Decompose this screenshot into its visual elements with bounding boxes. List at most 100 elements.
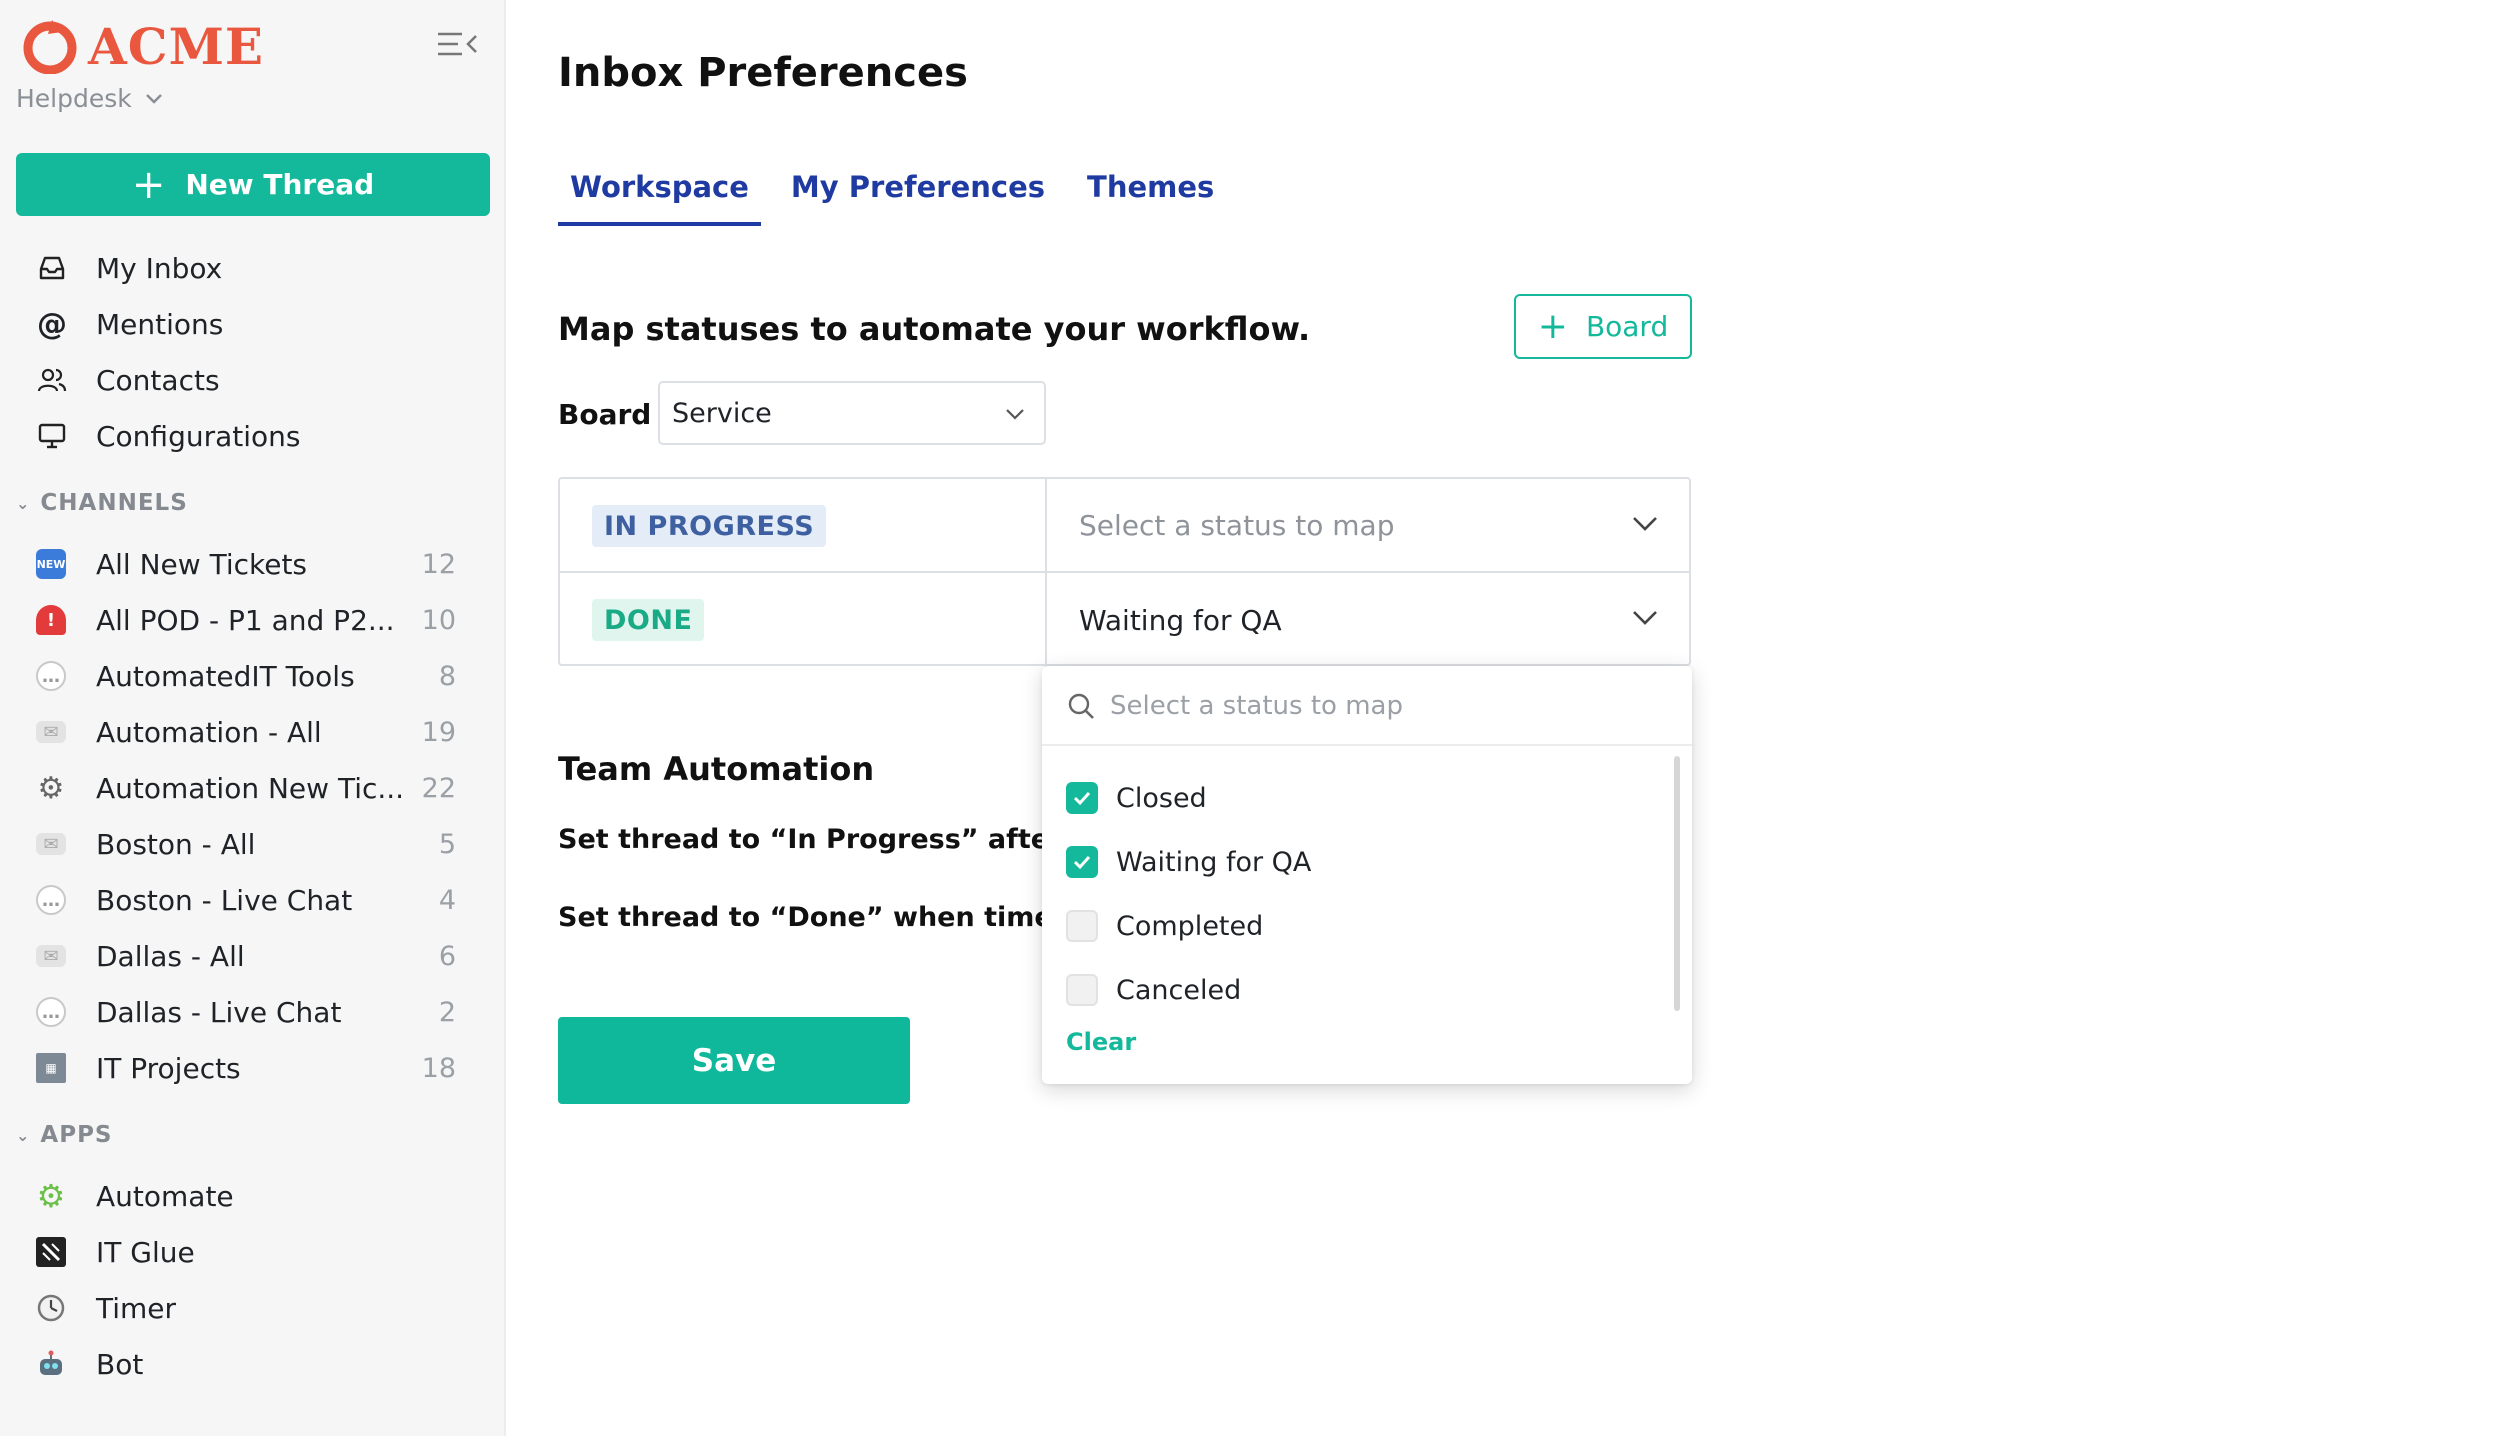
status-option-closed[interactable]: Closed — [1042, 766, 1662, 830]
speech-bubble-icon: … — [36, 885, 66, 915]
channels-section-toggle[interactable]: ⌄ CHANNELS — [16, 490, 188, 516]
new-thread-label: New Thread — [185, 168, 375, 201]
app-item-it-glue[interactable]: IT Glue — [0, 1224, 506, 1280]
app-item-timer[interactable]: Timer — [0, 1280, 506, 1336]
add-board-button[interactable]: + Board — [1514, 294, 1692, 359]
brand-name: ACME — [88, 16, 265, 76]
status-option-canceled[interactable]: Canceled — [1042, 958, 1662, 1022]
status-option-waiting-for-qa[interactable]: Waiting for QA — [1042, 830, 1662, 894]
status-map-value: Waiting for QA — [1079, 603, 1282, 637]
channel-count: 19 — [421, 716, 456, 748]
channel-item[interactable]: NEW All New Tickets 12 — [0, 536, 506, 592]
mapping-status-cell: IN PROGRESS — [560, 479, 1047, 571]
at-sign-icon: @ — [37, 306, 67, 342]
acme-logo-icon — [23, 20, 77, 74]
app-item-bot[interactable]: Bot — [0, 1336, 506, 1392]
app-label: Automate — [96, 1179, 234, 1213]
channel-count: 22 — [421, 772, 456, 804]
section-title: Map statuses to automate your workflow. — [558, 310, 1311, 348]
status-badge: IN PROGRESS — [592, 505, 827, 547]
channel-count: 2 — [438, 996, 456, 1028]
app-item-automate[interactable]: ⚙ Automate — [0, 1168, 506, 1224]
option-label: Canceled — [1116, 974, 1242, 1006]
nav-item-my-inbox[interactable]: My Inbox — [0, 240, 506, 296]
chevron-down-icon — [145, 93, 162, 104]
inbox-icon — [36, 252, 68, 284]
channel-item[interactable]: ! All POD - P1 and P2... 10 — [0, 592, 506, 648]
channel-label: Boston - All — [96, 827, 256, 861]
page-title: Inbox Preferences — [558, 50, 968, 96]
status-option-completed[interactable]: Completed — [1042, 894, 1662, 958]
check-icon — [1073, 791, 1091, 806]
checkbox-unchecked[interactable] — [1066, 974, 1098, 1006]
channel-label: Automation - All — [96, 715, 322, 749]
channel-item[interactable]: ⚙ Automation New Tic... 22 — [0, 760, 506, 816]
envelope-icon: ✉ — [36, 945, 66, 967]
mapping-row-done: DONE Waiting for QA — [560, 573, 1689, 667]
option-label: Closed — [1116, 782, 1207, 814]
chevron-down-icon — [1633, 517, 1657, 531]
channel-count: 4 — [438, 884, 456, 916]
apps-list: ⚙ Automate IT Glue Timer Bot — [0, 1168, 506, 1392]
channel-item[interactable]: … AutomatedIT Tools 8 — [0, 648, 506, 704]
chevron-down-icon — [1006, 409, 1024, 420]
nav-item-contacts[interactable]: Contacts — [0, 352, 506, 408]
channel-item[interactable]: … Boston - Live Chat 4 — [0, 872, 506, 928]
plus-icon: + — [1537, 305, 1568, 347]
channel-count: 18 — [421, 1052, 456, 1084]
channel-label: Dallas - All — [96, 939, 245, 973]
nav-label: Contacts — [96, 363, 220, 397]
checkbox-checked[interactable] — [1066, 782, 1098, 814]
channel-count: 10 — [421, 604, 456, 636]
workspace-switcher[interactable]: Helpdesk — [16, 84, 164, 113]
status-map-select[interactable]: Select a status to map — [1049, 479, 1689, 571]
dropdown-search — [1042, 666, 1692, 746]
collapse-sidebar-button[interactable] — [436, 28, 480, 62]
nav-item-mentions[interactable]: @ Mentions — [0, 296, 506, 352]
speech-bubble-icon: … — [36, 661, 66, 691]
primary-nav: My Inbox @ Mentions Contacts Configurati… — [0, 240, 506, 464]
dropdown-scrollbar[interactable] — [1674, 756, 1680, 1011]
status-dropdown: Closed Waiting for QA Completed Canceled… — [1042, 666, 1692, 1084]
checkbox-unchecked[interactable] — [1066, 910, 1098, 942]
envelope-icon: ✉ — [36, 833, 66, 855]
board-label: Board — [558, 398, 652, 431]
channel-item[interactable]: … Dallas - Live Chat 2 — [0, 984, 506, 1040]
channel-item[interactable]: ▦ IT Projects 18 — [0, 1040, 506, 1096]
add-board-label: Board — [1585, 310, 1669, 343]
channels-heading: CHANNELS — [40, 490, 188, 516]
clear-selection-button[interactable]: Clear — [1066, 1028, 1136, 1056]
board-select[interactable]: Service — [658, 381, 1046, 445]
new-thread-button[interactable]: + New Thread — [16, 153, 490, 216]
nav-label: My Inbox — [96, 251, 223, 285]
tab-my-preferences[interactable]: My Preferences — [779, 170, 1057, 226]
brand-logo[interactable]: ACME — [22, 16, 264, 76]
clock-icon — [36, 1293, 66, 1323]
team-automation-title: Team Automation — [558, 750, 875, 788]
nav-label: Configurations — [96, 419, 301, 453]
channel-label: Boston - Live Chat — [96, 883, 353, 917]
status-search-input[interactable] — [1110, 684, 1650, 728]
tab-themes[interactable]: Themes — [1075, 170, 1226, 226]
channel-item[interactable]: ✉ Automation - All 19 — [0, 704, 506, 760]
tab-workspace[interactable]: Workspace — [558, 170, 761, 226]
option-label: Waiting for QA — [1116, 846, 1312, 878]
status-map-select[interactable]: Waiting for QA — [1049, 573, 1689, 667]
search-icon — [1068, 693, 1094, 719]
robot-icon — [36, 1349, 66, 1379]
contacts-icon — [36, 364, 68, 396]
channel-label: Automation New Tic... — [96, 771, 405, 805]
nav-item-configurations[interactable]: Configurations — [0, 408, 506, 464]
apps-section-toggle[interactable]: ⌄ APPS — [16, 1122, 113, 1148]
channels-list: NEW All New Tickets 12 ! All POD - P1 an… — [0, 536, 506, 1096]
app-label: Timer — [96, 1291, 177, 1325]
channel-item[interactable]: ✉ Boston - All 5 — [0, 816, 506, 872]
save-button[interactable]: Save — [558, 1017, 910, 1104]
channel-item[interactable]: ✉ Dallas - All 6 — [0, 928, 506, 984]
gear-icon: ⚙ — [37, 770, 65, 806]
channel-label: All New Tickets — [96, 547, 308, 581]
chevron-down-icon — [1633, 611, 1657, 625]
checkbox-checked[interactable] — [1066, 846, 1098, 878]
automate-gear-icon: ⚙ — [36, 1177, 66, 1215]
app-label: IT Glue — [96, 1235, 195, 1269]
